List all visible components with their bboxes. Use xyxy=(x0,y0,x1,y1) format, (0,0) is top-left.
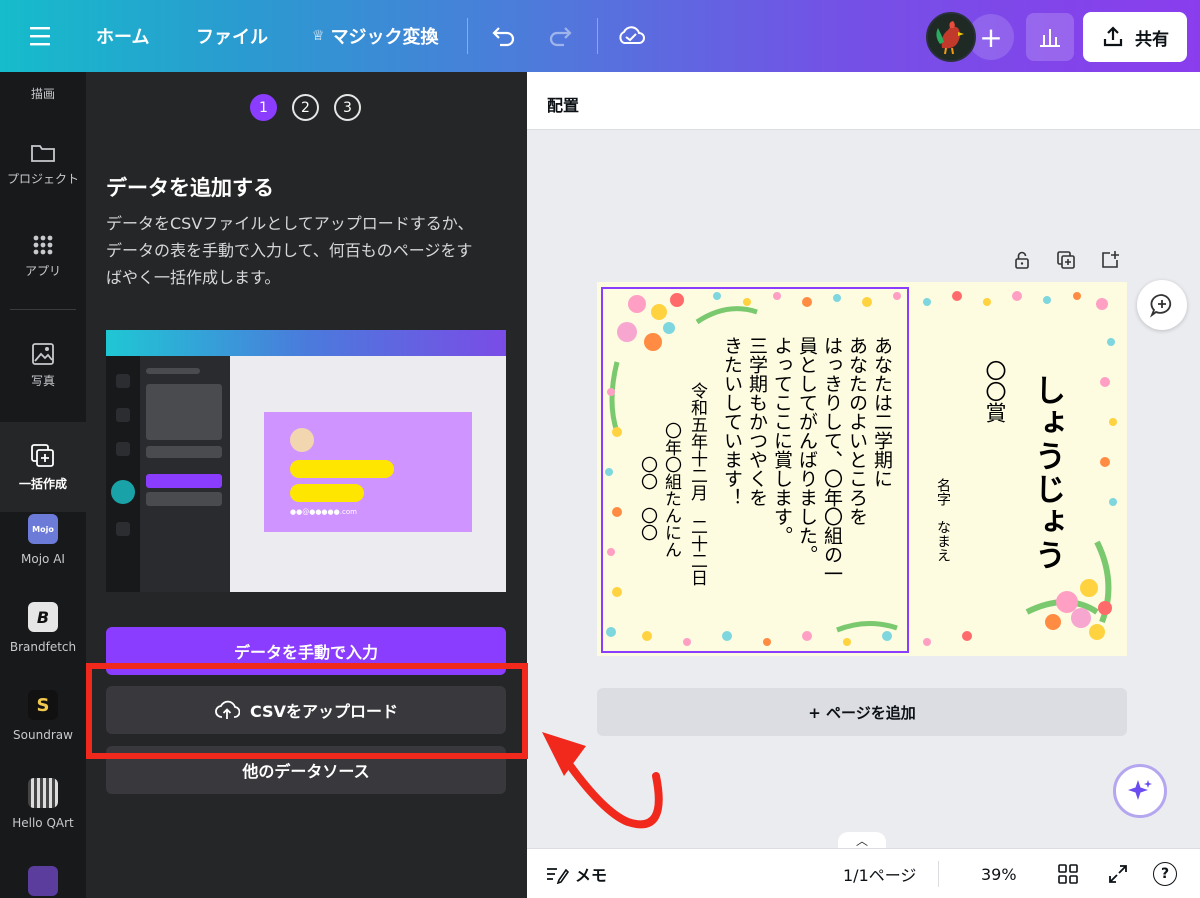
undo-icon[interactable] xyxy=(490,0,518,72)
image-icon xyxy=(32,343,54,365)
grid-view-icon[interactable] xyxy=(1057,849,1079,898)
step-3: 3 xyxy=(334,94,361,121)
folder-icon xyxy=(31,145,55,162)
soundraw-app-icon: S xyxy=(28,690,58,720)
zoom-level[interactable]: 39% xyxy=(981,849,1017,898)
insights-button[interactable] xyxy=(1026,13,1074,61)
bulk-create-icon xyxy=(31,443,54,467)
rail-item-apps[interactable]: アプリ xyxy=(0,234,86,294)
certificate-body[interactable]: あなたは二学期に あなたのよいところを はっきりして、〇年〇組の一 員としてがん… xyxy=(719,336,894,636)
home-menu[interactable]: ホーム xyxy=(96,0,149,72)
highlight-annotation xyxy=(86,663,528,759)
toolbar-divider xyxy=(467,18,468,54)
duplicate-page-icon[interactable] xyxy=(1056,250,1076,270)
redo-icon[interactable] xyxy=(546,0,574,72)
cloud-saved-icon[interactable] xyxy=(616,0,646,72)
rail-item-photos[interactable]: 写真 xyxy=(0,342,86,402)
notes-pen-icon xyxy=(547,868,569,884)
rail-item-bulk-create[interactable]: 一括作成 xyxy=(0,422,86,512)
context-toolbar: 配置 xyxy=(527,72,1200,130)
illus-avatar xyxy=(290,428,314,452)
certificate-date[interactable]: 令和五年十二月 二十二日 xyxy=(685,382,708,586)
apps-grid-icon xyxy=(33,235,53,255)
avatar[interactable] xyxy=(926,12,976,62)
sparkle-icon xyxy=(1128,780,1152,800)
rail-item-draw[interactable]: 描画 xyxy=(0,72,86,112)
help-button[interactable]: ? xyxy=(1153,849,1177,898)
bottombar-divider xyxy=(938,861,939,887)
fullscreen-icon[interactable] xyxy=(1107,849,1129,898)
comment-plus-icon xyxy=(1149,294,1172,318)
help-icon: ? xyxy=(1153,862,1177,886)
upload-icon xyxy=(1103,26,1123,47)
magic-assistant-button[interactable] xyxy=(1113,764,1167,818)
mojo-ai-app-icon: Mojo xyxy=(28,514,58,544)
bulk-create-icon xyxy=(111,480,135,504)
notes-button[interactable]: メモ xyxy=(545,849,607,898)
certificate-page[interactable]: しょうじょう 〇〇賞 名字 なまえ あなたは二学期に あなたのよいところを はっ… xyxy=(597,282,1127,656)
step-2: 2 xyxy=(292,94,319,121)
certificate-class[interactable]: 〇年〇組たんにん xyxy=(659,422,682,558)
magic-switch-menu[interactable]: ♕ マジック変換 xyxy=(312,0,439,72)
bar-chart-icon xyxy=(1040,29,1060,47)
more-app-icon[interactable] xyxy=(28,866,58,896)
brandfetch-app-icon: B xyxy=(28,602,58,632)
qr-code-app-icon xyxy=(28,778,58,808)
panel-description: データをCSVファイルとしてアップロードするか、 データの表を手動で入力して、何… xyxy=(106,214,474,287)
certificate-award[interactable]: 〇〇賞 xyxy=(980,360,1010,423)
rail-item-projects[interactable]: プロジェクト xyxy=(0,142,86,202)
certificate-teacher[interactable]: 〇〇 〇〇 xyxy=(635,456,658,541)
crown-icon: ♕ xyxy=(312,28,325,44)
file-menu[interactable]: ファイル xyxy=(196,0,268,72)
toolbar-divider xyxy=(597,18,598,54)
unlock-icon[interactable] xyxy=(1012,250,1032,270)
certificate-name[interactable]: 名字 なまえ xyxy=(933,478,953,562)
rail-divider xyxy=(10,309,76,310)
add-comment-button[interactable] xyxy=(1137,280,1187,330)
rail-item-brandfetch[interactable]: B Brandfetch xyxy=(0,602,86,662)
bulk-create-illustration: ●●@●●●●●.com xyxy=(106,330,506,592)
panel-title: データを追加する xyxy=(106,176,274,200)
curved-arrow-annotation xyxy=(542,732,663,829)
add-page-icon[interactable] xyxy=(1100,250,1120,270)
arrange-button[interactable]: 配置 xyxy=(547,92,579,116)
rail-item-hello-qart[interactable]: Hello QArt xyxy=(0,778,86,838)
bulk-create-panel: 1 2 3 データを追加する データをCSVファイルとしてアップロードするか、 … xyxy=(86,72,527,898)
menu-icon[interactable] xyxy=(28,0,54,72)
illus-topbar xyxy=(106,330,506,356)
share-button[interactable]: 共有 xyxy=(1083,12,1187,62)
illus-rail xyxy=(106,356,140,592)
top-bar: ホーム ファイル ♕ マジック変換 + 共有 xyxy=(0,0,1200,72)
certificate-title[interactable]: しょうじょう xyxy=(1025,374,1070,572)
left-rail: 描画 プロジェクト アプリ 写真 一括作成 Mojo Mojo AI B Bra… xyxy=(0,72,86,898)
rail-item-mojo-ai[interactable]: Mojo Mojo AI xyxy=(0,514,86,574)
illus-panel xyxy=(140,356,230,592)
page-indicator[interactable]: 1/1ページ xyxy=(843,849,916,898)
bottom-bar: メモ 1/1ページ 39% ? xyxy=(527,848,1200,898)
step-1: 1 xyxy=(250,94,277,121)
illus-design-card: ●●@●●●●●.com xyxy=(264,412,472,532)
rail-item-soundraw[interactable]: S Soundraw xyxy=(0,690,86,750)
